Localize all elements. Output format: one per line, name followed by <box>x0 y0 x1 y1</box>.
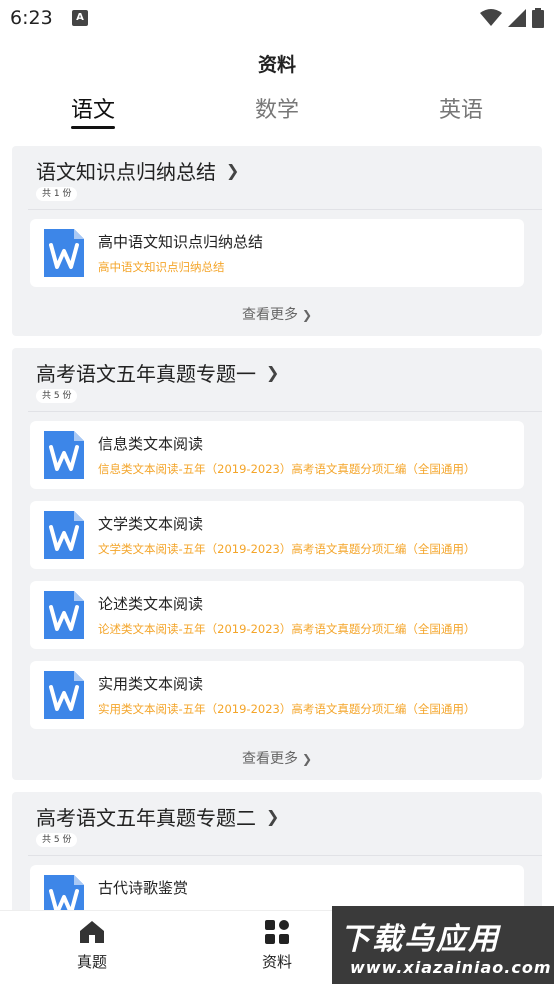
doc-title: 信息类文本阅读 <box>98 435 204 453</box>
chevron-right-icon: ❯ <box>266 363 280 382</box>
word-doc-icon <box>44 431 84 479</box>
section-title[interactable]: 高考语文五年真题专题一 ❯ <box>36 358 279 387</box>
chevron-right-icon: ❯ <box>226 161 240 180</box>
doc-card[interactable]: 信息类文本阅读 信息类文本阅读-五年（2019-2023）高考语文真题分项汇编（… <box>30 421 524 489</box>
see-more-link[interactable]: 查看更多 ❯ <box>12 748 542 768</box>
doc-card[interactable]: 文学类文本阅读 文学类文本阅读-五年（2019-2023）高考语文真题分项汇编（… <box>30 501 524 569</box>
doc-card[interactable]: 论述类文本阅读 论述类文本阅读-五年（2019-2023）高考语文真题分项汇编（… <box>30 581 524 649</box>
doc-card[interactable]: 高中语文知识点归纳总结 高中语文知识点归纳总结 <box>30 219 524 287</box>
nav-label: 资料 <box>261 953 292 971</box>
divider <box>28 411 542 412</box>
section-card: 高考语文五年真题专题二 ❯ 共 5 份 古代诗歌鉴赏 <box>12 792 542 910</box>
tab-chinese[interactable]: 语文 <box>33 92 153 124</box>
chevron-right-icon: ❯ <box>266 807 280 826</box>
section-title-text: 高考语文五年真题专题一 <box>36 362 256 386</box>
section-title-text: 语文知识点归纳总结 <box>36 160 216 184</box>
count-badge: 共 5 份 <box>36 833 78 847</box>
status-icons <box>480 8 544 28</box>
doc-title: 论述类文本阅读 <box>98 595 204 613</box>
grid-icon <box>265 920 289 944</box>
section-card: 语文知识点归纳总结 ❯ 共 1 份 高中语文知识点归纳总结 高中语文知识点归纳总… <box>12 146 542 336</box>
count-badge: 共 5 份 <box>36 389 78 403</box>
section-title-text: 高考语文五年真题专题二 <box>36 806 256 830</box>
status-time: 6:23 <box>10 7 53 29</box>
see-more-link[interactable]: 查看更多 ❯ <box>12 304 542 324</box>
see-more-label: 查看更多 <box>241 307 298 323</box>
doc-subtitle: 信息类文本阅读-五年（2019-2023）高考语文真题分项汇编（全国通用） <box>98 462 476 476</box>
status-bar: 6:23 A <box>0 0 554 38</box>
doc-card[interactable]: 古代诗歌鉴赏 <box>30 865 524 910</box>
section-card: 高考语文五年真题专题一 ❯ 共 5 份 信息类文本阅读 信息类文本阅读-五年（2… <box>12 348 542 780</box>
content-scroll[interactable]: 语文知识点归纳总结 ❯ 共 1 份 高中语文知识点归纳总结 高中语文知识点归纳总… <box>0 138 554 910</box>
watermark-url: www.xiazainiao.com <box>350 958 552 977</box>
subject-tabs: 语文 数学 英语 <box>0 92 554 138</box>
doc-title: 实用类文本阅读 <box>98 675 204 693</box>
doc-title: 文学类文本阅读 <box>98 515 204 533</box>
word-doc-icon <box>44 229 84 277</box>
doc-title: 高中语文知识点归纳总结 <box>98 233 264 251</box>
watermark-main: 下载乌应用 <box>340 922 500 957</box>
word-doc-icon <box>44 671 84 719</box>
count-badge: 共 1 份 <box>36 187 78 201</box>
word-doc-icon <box>44 511 84 559</box>
doc-subtitle: 实用类文本阅读-五年（2019-2023）高考语文真题分项汇编（全国通用） <box>98 702 476 716</box>
doc-title: 古代诗歌鉴赏 <box>98 879 189 897</box>
page-title: 资料 <box>257 54 296 76</box>
section-title[interactable]: 语文知识点归纳总结 ❯ <box>36 156 239 185</box>
doc-subtitle: 论述类文本阅读-五年（2019-2023）高考语文真题分项汇编（全国通用） <box>98 622 476 636</box>
word-doc-icon <box>44 591 84 639</box>
tab-english[interactable]: 英语 <box>401 92 521 124</box>
wifi-icon <box>480 9 502 26</box>
notification-icon: A <box>72 10 88 26</box>
active-tab-indicator <box>71 126 115 129</box>
section-title[interactable]: 高考语文五年真题专题二 ❯ <box>36 802 279 831</box>
signal-icon <box>508 9 526 27</box>
word-doc-icon <box>44 875 84 910</box>
battery-icon <box>532 8 544 28</box>
nav-label: 真题 <box>76 953 107 971</box>
doc-subtitle: 文学类文本阅读-五年（2019-2023）高考语文真题分项汇编（全国通用） <box>98 542 476 556</box>
watermark-logo: 下载乌应用 www.xiazainiao.com <box>332 906 554 984</box>
nav-item-materials[interactable]: 资料 <box>237 919 317 972</box>
see-more-label: 查看更多 <box>241 751 298 767</box>
chevron-right-icon: ❯ <box>301 752 313 766</box>
tab-math[interactable]: 数学 <box>217 92 337 124</box>
doc-subtitle: 高中语文知识点归纳总结 <box>98 260 225 274</box>
chevron-right-icon: ❯ <box>301 308 313 322</box>
home-icon <box>80 921 104 943</box>
divider <box>28 855 542 856</box>
divider <box>28 209 542 210</box>
nav-item-real-exams[interactable]: 真题 <box>52 919 132 972</box>
doc-card[interactable]: 实用类文本阅读 实用类文本阅读-五年（2019-2023）高考语文真题分项汇编（… <box>30 661 524 729</box>
